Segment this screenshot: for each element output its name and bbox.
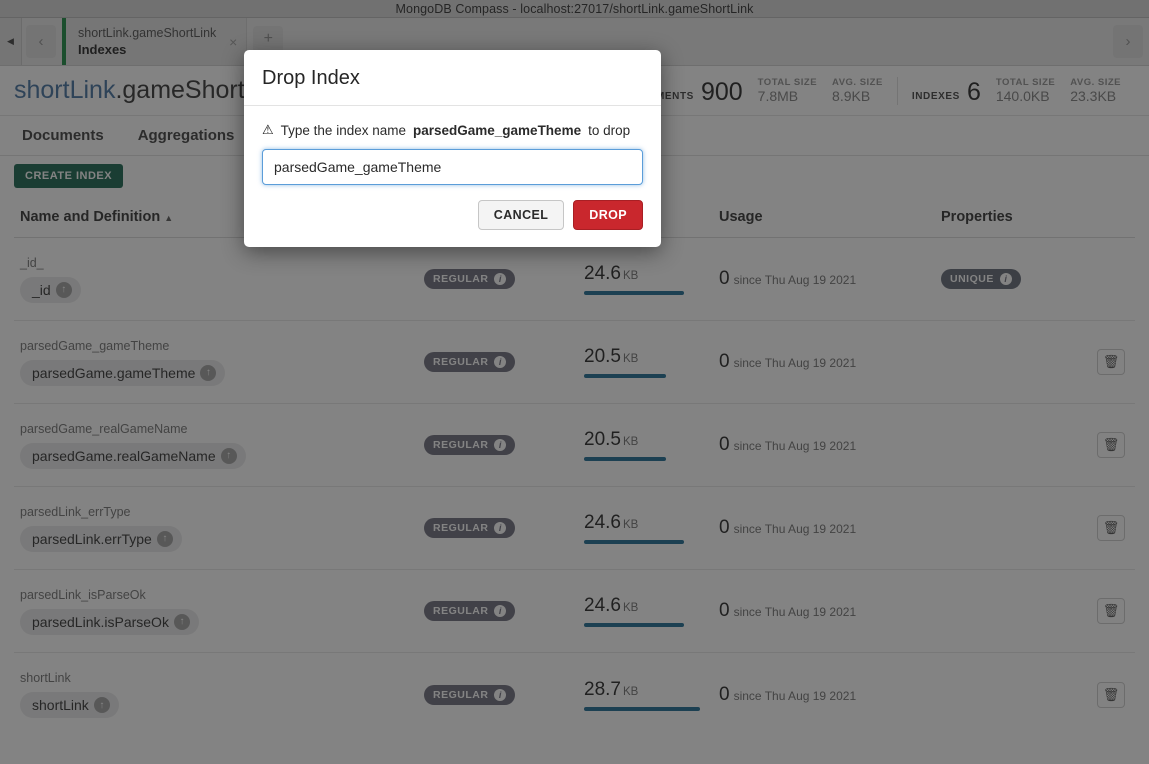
modal-warning: ⚠ Type the index name parsedGame_gameThe…	[262, 122, 643, 138]
modal-title: Drop Index	[262, 67, 360, 89]
compass-window: MongoDB Compass - localhost:27017/shortL…	[0, 0, 1149, 764]
modal-warning-prefix: Type the index name	[280, 122, 406, 138]
modal-body: ⚠ Type the index name parsedGame_gameThe…	[244, 106, 661, 185]
drop-index-modal: Drop Index ⚠ Type the index name parsedG…	[244, 50, 661, 247]
modal-header: Drop Index	[244, 50, 661, 106]
index-name-input[interactable]	[262, 149, 643, 185]
drop-button[interactable]: DROP	[573, 200, 643, 230]
warning-icon: ⚠	[262, 122, 274, 137]
modal-footer: CANCEL DROP	[244, 185, 661, 247]
modal-warning-index-name: parsedGame_gameTheme	[413, 122, 582, 138]
modal-warning-suffix: to drop	[588, 122, 631, 138]
cancel-button[interactable]: CANCEL	[477, 200, 565, 230]
